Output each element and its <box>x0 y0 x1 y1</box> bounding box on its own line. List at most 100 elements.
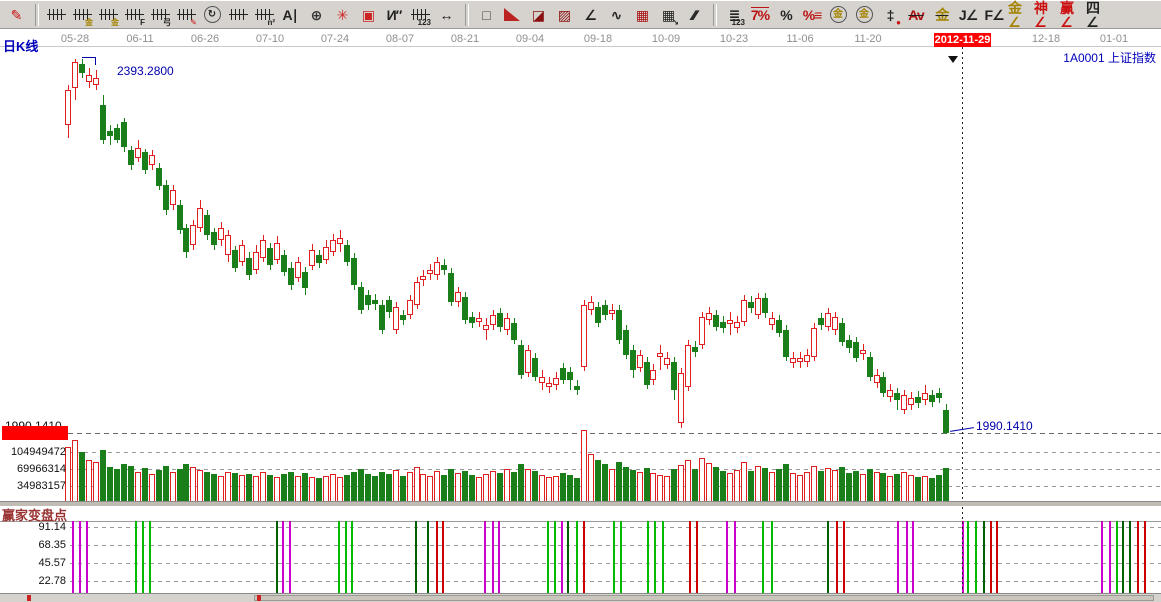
indicator-signal-line-g <box>647 521 649 593</box>
candle-down <box>623 330 629 355</box>
volume-bar-down <box>204 472 210 502</box>
volume-bar-up <box>727 473 733 502</box>
volume-bar-up <box>804 472 810 502</box>
volume-bar-up <box>218 476 224 502</box>
date-tick: 06-11 <box>126 33 153 45</box>
f-gann-grid-icon[interactable]: F <box>122 3 146 27</box>
gold-gann-grid-icon[interactable]: 金 <box>70 3 94 27</box>
trend-pencil-icon[interactable]: ∠ <box>578 3 602 27</box>
speed-fan-icon[interactable] <box>500 3 524 27</box>
volume-bar-up <box>274 477 280 502</box>
square-target-icon[interactable]: ▣ <box>356 3 380 27</box>
indicator-signal-line-r <box>583 521 585 593</box>
volume-bar-down <box>867 469 873 502</box>
panel-splitter[interactable] <box>0 501 1161 507</box>
bow-grid-icon[interactable]: 弓 <box>148 3 172 27</box>
gold-angle-icon[interactable]: 金∠ <box>1008 3 1032 27</box>
horizontal-scrollbar[interactable] <box>0 593 1161 602</box>
gold-strike-icon[interactable]: 金 <box>930 3 954 27</box>
red-grid-icon[interactable]: ▦ <box>630 3 654 27</box>
volume-bar-down <box>776 469 782 502</box>
ray-box-icon[interactable]: ▨ <box>552 3 576 27</box>
candle-up <box>274 243 280 260</box>
grid-arrow-icon[interactable]: ▦↘ <box>656 3 680 27</box>
volume-bar-down <box>267 475 273 502</box>
gold-circle-2-icon[interactable]: 金 <box>852 3 876 27</box>
candle-up <box>323 247 329 260</box>
percent-zones-icon[interactable]: %≡ <box>800 3 824 27</box>
volume-gridline <box>68 452 1161 453</box>
volume-bar-down <box>574 478 580 502</box>
mirror-angle-icon[interactable]: A∣ <box>278 3 302 27</box>
volume-bar-up <box>650 473 656 502</box>
plain-grid-icon[interactable] <box>226 3 250 27</box>
volume-bar-down <box>183 464 189 502</box>
time-cycle-icon[interactable]: ↻ <box>200 3 224 27</box>
candle-down <box>358 287 364 310</box>
red-pen-icon[interactable]: ✎ <box>4 3 28 27</box>
scrollbar-thumb[interactable] <box>254 595 1154 601</box>
candle-up <box>525 350 531 373</box>
candle-down <box>156 168 162 186</box>
indicator-signal-line-m <box>906 521 908 593</box>
hash-grid-glyph <box>49 9 64 20</box>
f-angle-icon[interactable]: F∠ <box>982 3 1006 27</box>
parallel-lines-icon[interactable]: ∕∕∕ <box>682 3 706 27</box>
volume-bar-up <box>504 469 510 502</box>
volume-bar-down <box>720 471 726 502</box>
volume-bar-down <box>762 468 768 502</box>
volume-bar-up <box>832 470 838 502</box>
volume-bar-down <box>929 478 935 502</box>
indicator-signal-line-dg <box>415 521 417 593</box>
volume-bar-down <box>894 474 900 502</box>
volume-bar-up <box>546 477 552 502</box>
indicator-signal-line-g <box>338 521 340 593</box>
ink-brush-icon[interactable]: ‡● <box>878 3 902 27</box>
win-angle-icon[interactable]: 赢∠ <box>1060 3 1084 27</box>
volume-bar-up <box>135 472 141 502</box>
indicator-signal-line-m <box>912 521 914 593</box>
shen-angle-icon[interactable]: 神∠ <box>1034 3 1058 27</box>
frame-tool-icon[interactable]: □ <box>474 3 498 27</box>
volume-bar-down <box>692 469 698 502</box>
indicator-signal-line-g <box>654 521 656 593</box>
percent-icon[interactable]: % <box>774 3 798 27</box>
volume-bar-down <box>713 467 719 502</box>
gann-box-icon[interactable]: ◪ <box>526 3 550 27</box>
candle-down <box>943 410 949 433</box>
candle-down <box>344 245 350 262</box>
indicator-signal-line-g <box>662 521 664 593</box>
zigzag-icon[interactable]: ∿ <box>604 3 628 27</box>
measure-width-icon[interactable]: ↔ <box>434 3 458 27</box>
percent-line-icon[interactable]: 7% <box>748 3 772 27</box>
starburst-icon[interactable]: ✳ <box>330 3 354 27</box>
volume-bar-up <box>539 475 545 502</box>
wave-mark-icon[interactable]: И″ <box>382 3 406 27</box>
j-angle-icon[interactable]: J∠ <box>956 3 980 27</box>
candle-up <box>797 358 803 362</box>
candle-down <box>846 340 852 348</box>
volume-ladder-icon[interactable]: ≣123 <box>722 3 746 27</box>
candle-up <box>260 240 266 258</box>
wave-a-icon[interactable]: Av <box>904 3 928 27</box>
n2-grid-icon[interactable]: n² <box>252 3 276 27</box>
volume-bar-up <box>490 471 496 502</box>
candle-up <box>420 276 426 280</box>
gold-circle-icon[interactable]: 金 <box>826 3 850 27</box>
tool-glyph: □ <box>482 8 489 22</box>
volume-bar-up <box>588 454 594 502</box>
golden-compass-icon[interactable]: ⊕ <box>304 3 328 27</box>
gann-grid-icon[interactable] <box>44 3 68 27</box>
ruler-123-icon[interactable]: 123 <box>408 3 432 27</box>
candle-up <box>804 355 810 362</box>
candle-up <box>727 320 733 324</box>
four-angle-icon[interactable]: 四∠ <box>1086 3 1110 27</box>
red-pen-grid-icon[interactable]: ✎ <box>174 3 198 27</box>
indicator-signal-line-g <box>975 521 977 593</box>
gold-gann-grid-2-icon[interactable]: 金 <box>96 3 120 27</box>
candle-down <box>288 268 294 285</box>
candle-down <box>441 265 447 270</box>
volume-bar-up <box>664 476 670 502</box>
candle-down <box>915 397 921 403</box>
date-tick: 12-18 <box>1032 33 1060 45</box>
